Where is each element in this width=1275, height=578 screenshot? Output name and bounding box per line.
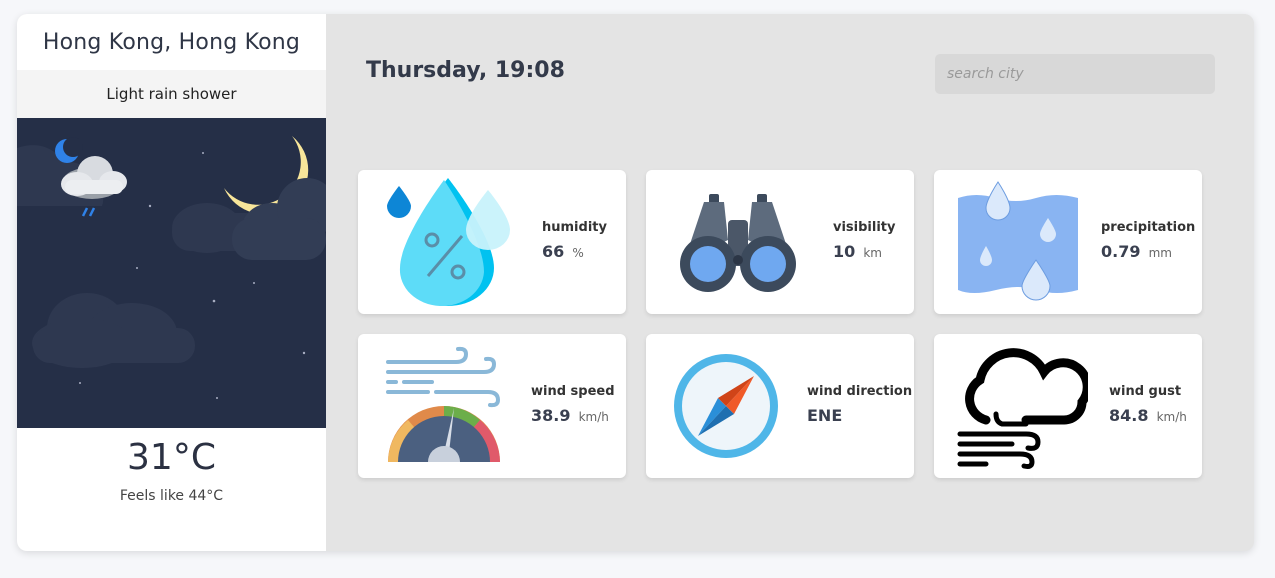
city-name: Hong Kong, Hong Kong — [42, 29, 301, 55]
current-weather-panel: Hong Kong, Hong Kong Light rain shower 3… — [17, 14, 326, 551]
wind-direction-card: wind direction ENE — [646, 334, 914, 478]
wind-gust-info: wind gust 84.8 km/h — [1109, 384, 1187, 425]
temperature: 31°C — [127, 437, 216, 478]
temperature-block: 31°C Feels like 44°C — [17, 428, 326, 551]
humidity-label: humidity — [542, 220, 607, 235]
night-sky-illustration — [17, 118, 326, 428]
wind-gust-label: wind gust — [1109, 384, 1182, 399]
precipitation-unit: mm — [1148, 246, 1172, 260]
precipitation-value: 0.79 — [1101, 242, 1141, 261]
compass-icon — [674, 354, 778, 458]
wind-direction-value: ENE — [807, 406, 843, 425]
humidity-icon — [387, 178, 510, 306]
precipitation-label: precipitation — [1101, 220, 1196, 235]
wind-direction-info: wind direction ENE — [807, 384, 912, 425]
wind-gust-value: 84.8 — [1109, 406, 1149, 425]
search-city-input[interactable] — [935, 54, 1215, 94]
feels-like: Feels like 44°C — [119, 488, 224, 504]
wind-gauge-icon — [386, 346, 501, 462]
wind-gust-card: wind gust 84.8 km/h — [934, 334, 1202, 478]
weather-app: Hong Kong, Hong Kong Light rain shower 3… — [17, 14, 1254, 551]
visibility-info: visibility 10 km — [833, 220, 896, 261]
humidity-info: humidity 66 % — [542, 220, 607, 261]
wind-direction-label: wind direction — [807, 384, 913, 399]
wind-speed-value: 38.9 — [531, 406, 571, 425]
binoculars-icon — [680, 194, 796, 292]
wind-speed-label: wind speed — [531, 384, 615, 399]
wind-speed-unit: km/h — [578, 410, 609, 424]
wind-speed-info: wind speed 38.9 km/h — [531, 384, 615, 425]
wind-speed-card: wind speed 38.9 km/h — [358, 334, 626, 478]
humidity-card: humidity 66 % — [358, 170, 626, 314]
precipitation-info: precipitation 0.79 mm — [1101, 220, 1195, 261]
details-panel: Thursday, 19:08 humidity 66 % — [326, 14, 1254, 551]
current-datetime: Thursday, 19:08 — [366, 58, 565, 83]
visibility-card: visibility 10 km — [646, 170, 914, 314]
weather-condition: Light rain shower — [17, 70, 326, 118]
precipitation-card: precipitation 0.79 mm — [934, 170, 1202, 314]
visibility-unit: km — [863, 246, 882, 260]
wind-gust-unit: km/h — [1156, 410, 1187, 424]
visibility-value: 10 — [833, 242, 856, 261]
rain-drops-icon — [958, 181, 1078, 301]
visibility-label: visibility — [833, 220, 896, 235]
cloud-wind-icon — [957, 348, 1088, 469]
humidity-value: 66 — [542, 242, 565, 261]
humidity-unit: % — [572, 246, 584, 260]
